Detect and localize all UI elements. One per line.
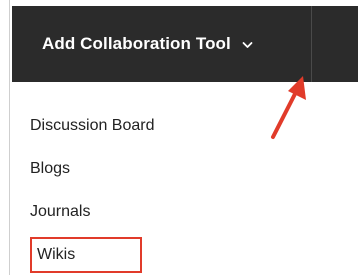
- collaboration-toolbar: Add Collaboration Tool: [12, 6, 358, 82]
- screenshot-canvas: Add Collaboration Tool Discussion Board …: [0, 0, 358, 275]
- left-border: [9, 0, 10, 275]
- add-collaboration-tool-label: Add Collaboration Tool: [42, 34, 231, 53]
- chevron-down-icon: [242, 42, 253, 48]
- wikis-highlight-box: [30, 237, 142, 273]
- menu-item-blogs[interactable]: Blogs: [30, 154, 70, 184]
- toolbar-divider: [311, 6, 312, 82]
- add-collaboration-tool-button[interactable]: Add Collaboration Tool: [12, 6, 308, 82]
- red-pointer-arrow-icon: [271, 76, 306, 139]
- menu-item-discussion-board[interactable]: Discussion Board: [30, 111, 155, 141]
- menu-item-journals[interactable]: Journals: [30, 197, 90, 227]
